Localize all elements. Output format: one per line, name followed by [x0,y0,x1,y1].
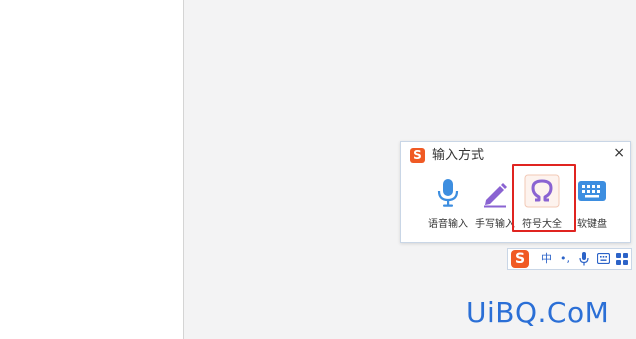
chinese-mode-toggle[interactable]: 中 [541,251,552,267]
grid-icon[interactable] [616,253,628,270]
pen-icon [481,178,509,212]
ime-status-bar[interactable]: S 中 •, [507,248,632,270]
sogou-logo-icon[interactable]: S [511,250,529,268]
punctuation-toggle[interactable]: •, [560,251,570,267]
handwriting-input-button[interactable]: 手写输入 [472,172,518,230]
symbol-collection-button[interactable]: 符号大全 [519,172,565,230]
sogou-logo-icon: S [410,148,425,163]
keyboard-icon[interactable] [596,252,611,269]
close-button[interactable]: × [613,145,625,161]
voice-input-button[interactable]: 语音输入 [425,172,471,230]
soft-keyboard-label: 软键盘 [577,219,607,230]
microphone-icon [435,178,461,212]
omega-icon [524,174,560,212]
soft-keyboard-button[interactable]: 软键盘 [569,172,615,230]
microphone-icon[interactable] [579,252,589,271]
keyboard-icon [577,178,607,208]
left-pane [0,0,183,339]
input-method-popup: S 输入方式 × 语音输入 手写输入 符号大全 软键盘 [400,141,631,243]
popup-title: 输入方式 [432,148,485,163]
watermark: UiBQ.CoM [466,296,610,329]
